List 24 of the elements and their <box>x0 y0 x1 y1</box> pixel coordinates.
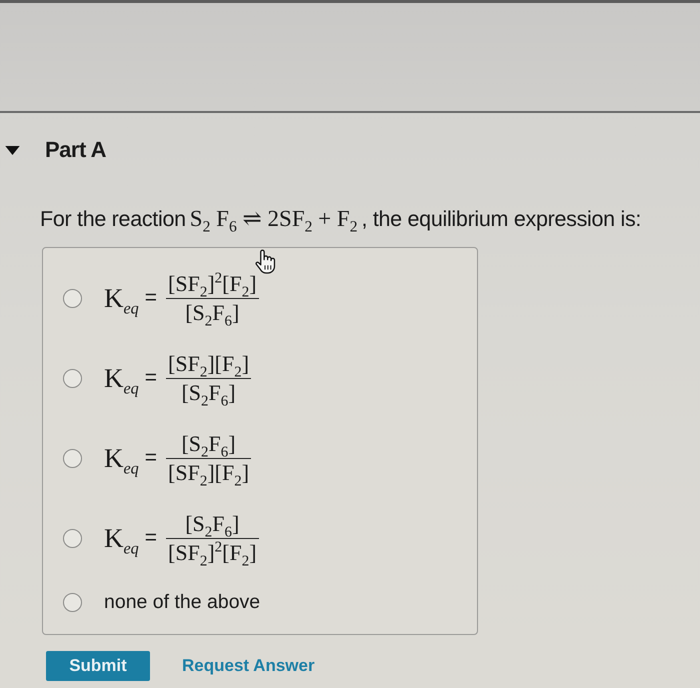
equals-sign: = <box>144 366 158 390</box>
denominator: [S$_{2}$F$_{6}$] <box>180 378 237 406</box>
radio-button[interactable] <box>63 592 82 612</box>
radio-button[interactable] <box>63 448 82 468</box>
option-label: none of the above <box>104 590 260 614</box>
numerator: [SF$_{2}$]$^{2}$[F$_{2}$] <box>166 270 259 298</box>
submit-button[interactable]: Submit <box>46 651 150 681</box>
denominator: [SF$_{2}$]$^{2}$[F$_{2}$] <box>167 538 258 566</box>
equals-sign: = <box>144 446 158 470</box>
radio-button[interactable] <box>63 368 82 388</box>
denominator: [S$_{2}$F$_{6}$] <box>184 298 240 326</box>
equals-sign: = <box>144 526 158 550</box>
caret-icon[interactable] <box>5 146 20 154</box>
equals-sign: = <box>144 286 158 310</box>
hand-cursor-icon <box>255 249 276 274</box>
request-answer-link[interactable]: Request Answer <box>182 656 315 676</box>
radio-button[interactable] <box>63 288 82 308</box>
denominator: [SF$_{2}$][F$_{2}$] <box>167 458 250 486</box>
numerator: [S$_{2}$F$_{6}$] <box>166 430 252 458</box>
numerator: [S$_{2}$F$_{6}$] <box>166 510 259 538</box>
section-title[interactable]: Part A <box>45 137 106 163</box>
radio-button[interactable] <box>63 528 82 548</box>
numerator: [SF$_{2}$][F$_{2}$] <box>166 350 252 378</box>
question-text: For the reaction S$_{2}$ F$_{6}$ ⇌ 2SF$_{2}$ + F$_{2}$ , the equilibrium expression is: <box>40 205 642 233</box>
